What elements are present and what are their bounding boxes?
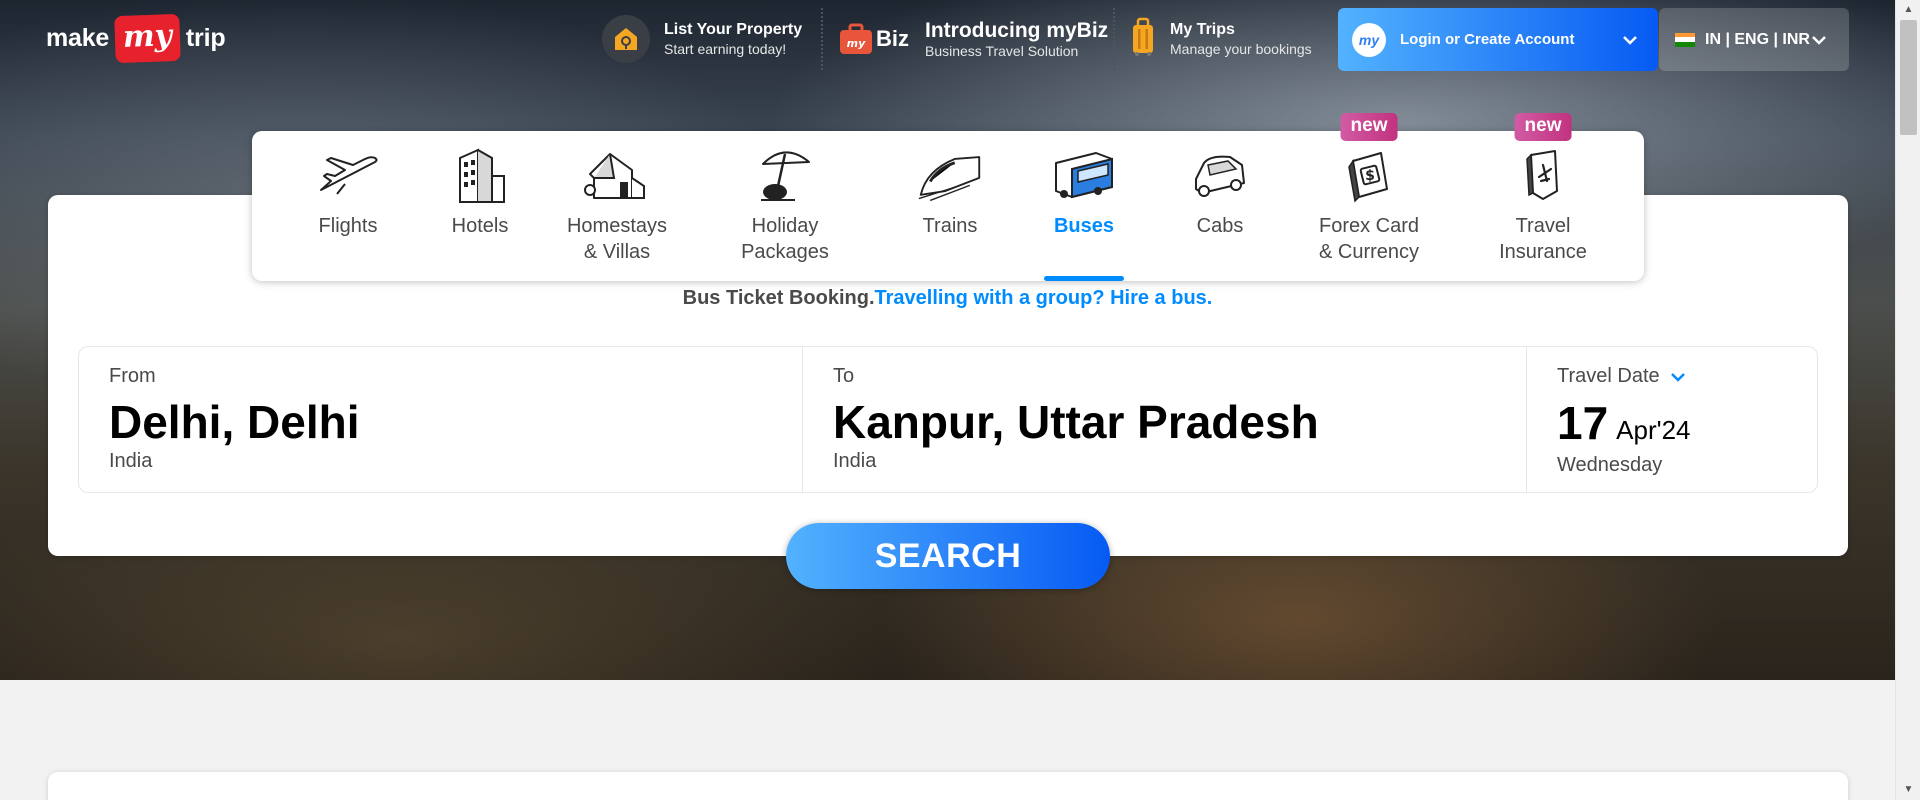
chevron-down-icon bbox=[1623, 35, 1637, 45]
active-tab-indicator bbox=[1044, 276, 1124, 281]
tab-homestays[interactable]: Homestays & Villas bbox=[562, 131, 672, 281]
mybiz-logo-icon: my Biz bbox=[838, 22, 909, 56]
bus-icon bbox=[1051, 145, 1117, 205]
my-trips-link[interactable]: My Trips Manage your bookings bbox=[1130, 10, 1312, 68]
locale-selector[interactable]: IN | ENG | INR bbox=[1659, 8, 1849, 71]
to-field[interactable]: To Kanpur, Uttar Pradesh India bbox=[803, 347, 1527, 492]
forex-card-icon: $ bbox=[1336, 145, 1402, 205]
scroll-down-icon[interactable]: ▼ bbox=[1896, 780, 1920, 800]
svg-text:my: my bbox=[847, 37, 866, 50]
logo-trip-text: trip bbox=[185, 23, 226, 52]
search-button[interactable]: SEARCH bbox=[786, 523, 1110, 589]
suitcase-icon bbox=[1130, 17, 1156, 62]
tab-trains[interactable]: Trains bbox=[900, 131, 1000, 281]
my-trips-subtitle: Manage your bookings bbox=[1170, 41, 1312, 57]
tab-forex-label: Forex Card & Currency bbox=[1318, 215, 1420, 263]
property-key-icon bbox=[602, 15, 650, 63]
logo-make-text: make bbox=[46, 23, 110, 52]
my-avatar-icon: my bbox=[1352, 22, 1386, 57]
scroll-up-icon[interactable]: ▲ bbox=[1896, 0, 1920, 20]
india-flag-icon bbox=[1675, 32, 1695, 47]
category-nav: Flights Hotels Homestays & Villas Holida… bbox=[252, 113, 1644, 281]
travel-date-label: Travel Date bbox=[1557, 365, 1660, 387]
travel-date-weekday: Wednesday bbox=[1557, 454, 1663, 476]
to-country: India bbox=[833, 450, 877, 472]
insurance-icon bbox=[1510, 145, 1576, 205]
train-icon bbox=[917, 145, 983, 205]
chevron-down-icon bbox=[1670, 372, 1685, 382]
travel-date-label-row: Travel Date bbox=[1557, 365, 1817, 388]
hotel-building-icon bbox=[447, 145, 513, 205]
svg-text:$: $ bbox=[1365, 168, 1375, 184]
tab-travel-insurance-label: Travel Insurance bbox=[1499, 215, 1587, 263]
chevron-down-icon bbox=[1812, 35, 1826, 45]
list-property-subtitle: Start earning today! bbox=[664, 41, 787, 57]
tab-homestays-label: Homestays & Villas bbox=[566, 215, 668, 263]
makemytrip-logo[interactable]: make my trip bbox=[46, 12, 226, 64]
to-label: To bbox=[833, 365, 855, 387]
tab-hotels-label: Hotels bbox=[451, 215, 509, 237]
beach-umbrella-icon bbox=[752, 145, 818, 205]
tab-travel-insurance[interactable]: new Travel Insurance bbox=[1488, 113, 1598, 281]
logo-my-badge: my bbox=[114, 13, 181, 63]
tab-holiday-packages-label: Holiday Packages bbox=[741, 215, 829, 263]
tab-cabs-label: Cabs bbox=[1196, 215, 1244, 237]
locale-label: IN | ENG | INR bbox=[1705, 30, 1810, 48]
travel-date-month: Apr'24 bbox=[1616, 415, 1691, 445]
to-city: Kanpur, Uttar Pradesh bbox=[833, 396, 1319, 448]
my-trips-title: My Trips bbox=[1170, 21, 1235, 38]
tab-buses-label: Buses bbox=[1053, 215, 1115, 237]
from-field[interactable]: From Delhi, Delhi India bbox=[79, 347, 803, 492]
mybiz-badge-text: Biz bbox=[876, 26, 909, 51]
list-property-title: List Your Property bbox=[664, 21, 803, 38]
list-property-link[interactable]: List Your Property Start earning today! bbox=[602, 10, 802, 68]
travel-date-value: 17 Apr'24 bbox=[1557, 398, 1817, 448]
login-create-account-button[interactable]: my Login or Create Account bbox=[1338, 8, 1658, 71]
tab-holiday-packages[interactable]: Holiday Packages bbox=[730, 131, 840, 281]
tagline: Bus Ticket Booking.Travelling with a gro… bbox=[0, 287, 1895, 310]
search-fields: From Delhi, Delhi India To Kanpur, Uttar… bbox=[78, 346, 1818, 493]
tab-flights[interactable]: Flights bbox=[292, 131, 404, 281]
mybiz-title: Introducing myBiz bbox=[925, 19, 1109, 42]
tab-trains-label: Trains bbox=[922, 215, 978, 237]
from-city: Delhi, Delhi bbox=[109, 396, 360, 448]
new-badge: new bbox=[1340, 113, 1398, 141]
tab-hotels[interactable]: Hotels bbox=[430, 131, 530, 281]
from-label: From bbox=[109, 365, 156, 387]
header-divider bbox=[821, 8, 823, 70]
tab-buses[interactable]: Buses bbox=[1034, 131, 1134, 281]
mybiz-link[interactable]: my Biz Introducing myBiz Business Travel… bbox=[838, 10, 1108, 68]
tab-cabs[interactable]: Cabs bbox=[1170, 131, 1270, 281]
tab-forex[interactable]: new $ Forex Card & Currency bbox=[1314, 113, 1424, 281]
house-icon bbox=[584, 145, 650, 205]
travel-date-day: 17 bbox=[1557, 397, 1609, 449]
tagline-text: Bus Ticket Booking. bbox=[682, 287, 875, 309]
scrollbar-thumb[interactable] bbox=[1900, 20, 1917, 135]
page-scrollbar[interactable]: ▲ ▼ bbox=[1895, 0, 1920, 800]
mybiz-subtitle: Business Travel Solution bbox=[925, 43, 1079, 59]
travel-date-field[interactable]: Travel Date 17 Apr'24 Wednesday bbox=[1527, 347, 1817, 492]
new-badge: new bbox=[1514, 113, 1572, 141]
from-country: India bbox=[109, 450, 153, 472]
cab-icon bbox=[1187, 145, 1253, 205]
tab-flights-label: Flights bbox=[318, 215, 378, 237]
login-label: Login or Create Account bbox=[1400, 31, 1575, 48]
offers-card bbox=[48, 772, 1848, 800]
header-divider bbox=[1113, 8, 1115, 70]
hire-bus-link[interactable]: Travelling with a group? Hire a bus. bbox=[875, 287, 1213, 309]
plane-icon bbox=[315, 145, 381, 205]
